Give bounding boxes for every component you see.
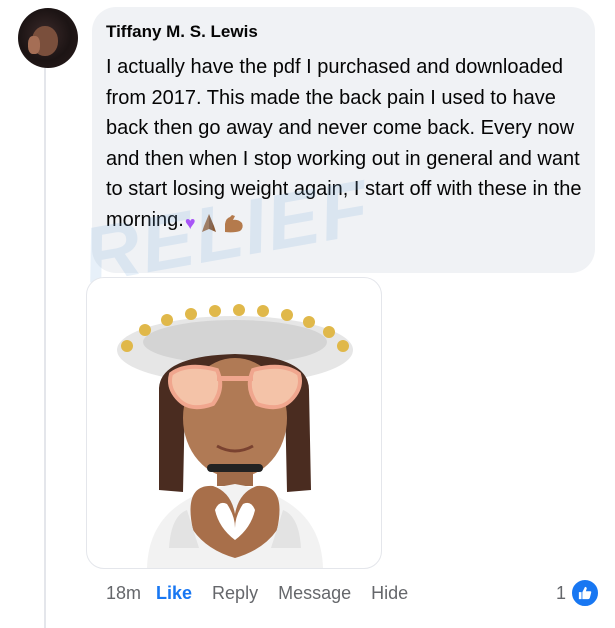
message-button[interactable]: Message [278, 583, 351, 604]
reaction-summary[interactable]: 1 [556, 578, 601, 608]
flexed-biceps-icon [222, 212, 246, 239]
comment-author[interactable]: Tiffany M. S. Lewis [106, 22, 258, 42]
hide-button[interactable]: Hide [371, 583, 408, 604]
memoji-sticker[interactable] [86, 277, 382, 569]
comment-actions: 18m Like Reply Message Hide [106, 580, 428, 606]
memoji-heart-hands-icon [117, 304, 353, 568]
avatar-hand [28, 36, 40, 54]
comment-body: I actually have the pdf I purchased and … [106, 56, 582, 231]
thumbs-up-icon [570, 578, 601, 608]
thread-line [44, 68, 46, 628]
emoji-group: ♥ [185, 212, 246, 239]
purple-heart-icon: ♥ [184, 212, 196, 233]
reaction-count: 1 [556, 582, 567, 603]
like-button[interactable]: Like [156, 583, 192, 604]
comment-text: I actually have the pdf I purchased and … [106, 52, 584, 239]
reply-button[interactable]: Reply [212, 583, 258, 604]
folded-hands-icon [198, 212, 220, 239]
avatar[interactable] [18, 8, 78, 68]
timestamp[interactable]: 18m [106, 583, 141, 604]
